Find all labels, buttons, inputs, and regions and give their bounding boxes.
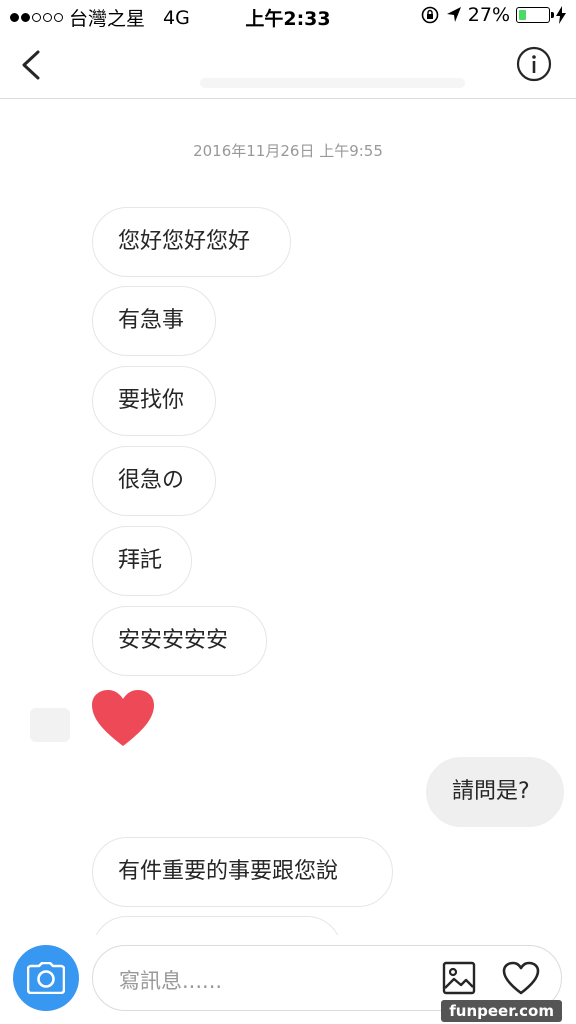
chat-header [0,32,576,99]
message-input-placeholder: 寫訊息...... [119,969,223,993]
status-bar: 台灣之星 4G 上午2:33 27% [0,0,576,32]
message-bubble[interactable]: 有件重要的事要跟您說 [92,837,393,907]
info-icon[interactable] [516,46,552,82]
message-bubble[interactable]: 拜託 [92,526,192,596]
gallery-icon[interactable] [442,961,476,995]
sender-avatar [30,708,70,742]
location-arrow-icon [446,7,461,22]
heart-icon[interactable] [90,688,156,748]
message-bubble[interactable]: 安安安安安 [92,606,267,676]
watermark: funpeer.com [441,1000,562,1022]
charging-bolt-icon [556,6,566,24]
like-heart-icon[interactable] [502,961,540,995]
message-bubble[interactable]: 要找你 [92,366,216,436]
battery-percent: 27% [467,4,510,26]
camera-icon [27,962,65,994]
message-bubble-outgoing[interactable]: 請問是? [426,757,564,827]
camera-button[interactable] [13,945,79,1011]
rotation-lock-icon [421,6,439,24]
message-bubble[interactable]: 有急事 [92,286,216,356]
chevron-left-icon[interactable] [16,46,50,84]
status-right: 27% [420,4,566,26]
message-bubble[interactable]: 您好您好您好 [92,207,291,277]
message-bubble[interactable]: 很急の [92,446,216,516]
conversation-title-redacted [200,78,465,88]
message-timestamp: 2016年11月26日 上午9:55 [193,142,383,160]
battery-icon [516,7,554,23]
